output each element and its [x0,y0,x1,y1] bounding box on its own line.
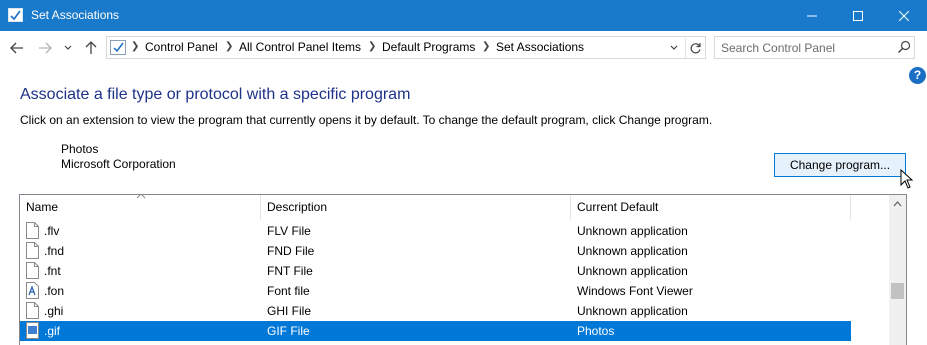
table-row[interactable]: .ghi GHI File Unknown application [20,301,851,321]
cell-extension: .fon [44,284,65,298]
control-panel-icon [110,40,126,55]
window-title: Set Associations [31,8,120,22]
chevron-right-icon: ❯ [131,41,140,52]
cell-description: FND File [267,244,315,258]
cell-description: GIF File [267,324,310,338]
cell-current-default: Windows Font Viewer [577,284,693,298]
breadcrumb-control-panel[interactable]: Control Panel [145,40,218,54]
up-button[interactable] [82,39,100,57]
breadcrumb-set-associations[interactable]: Set Associations [496,40,584,54]
cell-extension: .fnd [44,244,65,258]
cell-extension: .fnt [44,264,61,278]
minimize-button[interactable] [789,0,835,31]
cell-current-default: Unknown application [577,304,688,318]
current-program-publisher: Microsoft Corporation [61,157,176,171]
column-header-description[interactable]: Description [261,195,571,220]
forward-button[interactable] [36,39,54,57]
table-row[interactable]: .fon Font file Windows Font Viewer [20,281,851,301]
font-file-icon [26,282,39,299]
table-row[interactable]: .gif GIF File Photos [20,321,851,341]
mouse-cursor-icon [900,169,914,189]
refresh-icon [690,42,701,53]
chevron-right-icon: ❯ [368,41,377,52]
search-box[interactable] [714,36,915,59]
address-dropdown-button[interactable] [665,39,683,57]
cell-description: GHI File [267,304,312,318]
refresh-button[interactable] [685,38,705,58]
up-arrow-icon [85,41,97,54]
cell-current-default: Unknown application [577,264,688,278]
forward-arrow-icon [39,42,52,54]
table-row[interactable]: .fnt FNT File Unknown application [20,261,851,281]
chevron-down-icon [670,45,678,50]
address-bar[interactable]: ❯ Control Panel ❯ All Control Panel Item… [106,36,706,59]
image-file-icon [26,322,39,339]
close-button[interactable] [881,0,927,31]
breadcrumb-all-items[interactable]: All Control Panel Items [239,40,361,54]
cell-extension: .flv [44,224,60,238]
breadcrumb-default-programs[interactable]: Default Programs [382,40,475,54]
search-input[interactable] [721,40,881,56]
search-icon[interactable] [897,40,911,54]
column-header-current-default[interactable]: Current Default [571,195,851,220]
current-program-name: Photos [61,142,99,156]
cell-current-default: Photos [577,324,615,338]
blank-file-icon [26,302,39,319]
cell-current-default: Unknown application [577,244,688,258]
blank-file-icon [26,262,39,279]
title-bar: Set Associations [0,0,927,31]
instructions-text: Click on an extension to view the progra… [20,113,713,127]
back-arrow-icon [10,42,23,54]
chevron-right-icon: ❯ [225,41,234,52]
scroll-up-button[interactable] [889,195,906,212]
sort-ascending-icon [136,195,146,199]
chevron-up-icon [893,200,902,206]
cell-description: FNT File [267,264,313,278]
maximize-button[interactable] [835,0,881,31]
table-row[interactable]: .fnd FND File Unknown application [20,241,851,261]
control-panel-icon [8,8,23,22]
blank-file-icon [26,222,39,239]
cell-extension: .gif [44,324,61,338]
chevron-right-icon: ❯ [482,41,491,52]
file-association-list[interactable]: Name Description Current Default .flv FLV… [19,194,907,345]
cell-current-default: Unknown application [577,224,688,238]
column-header-name[interactable]: Name [20,195,261,220]
cell-description: Font file [267,284,310,298]
vertical-scrollbar[interactable] [889,195,906,345]
change-program-button[interactable]: Change program... [774,153,906,177]
blank-file-icon [26,242,39,259]
scrollbar-thumb[interactable] [891,283,904,299]
table-row[interactable]: .flv FLV File Unknown application [20,221,851,241]
page-title: Associate a file type or protocol with a… [20,86,411,103]
cell-description: FLV File [267,224,311,238]
back-button[interactable] [8,39,26,57]
help-icon[interactable]: ? [909,67,926,84]
cell-extension: .ghi [44,304,64,318]
chevron-down-icon [64,45,72,50]
recent-locations-button[interactable] [62,39,74,57]
